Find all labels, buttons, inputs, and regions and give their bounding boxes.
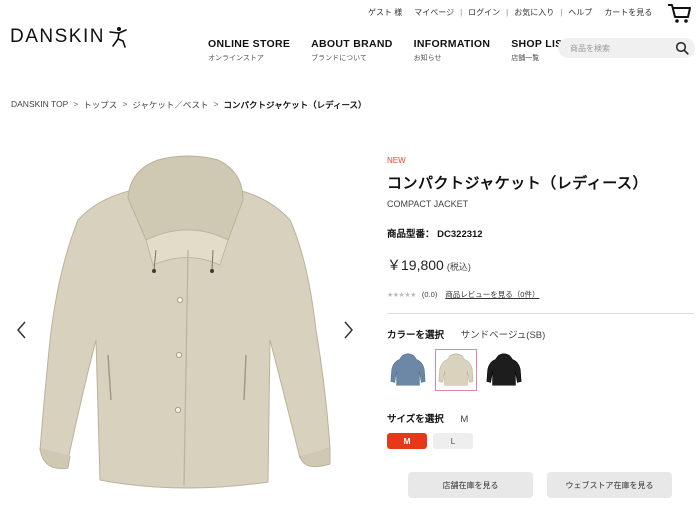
breadcrumb-separator: > — [122, 99, 128, 109]
rating-value: (0.0) — [421, 290, 438, 299]
color-selector-label: カラーを選択 サンドベージュ(SB) — [387, 327, 545, 341]
product-image — [39, 155, 331, 489]
mypage-link[interactable]: マイページ — [408, 7, 460, 18]
price: ￥19,800 (税込) — [387, 255, 471, 275]
size-options: M L — [387, 433, 479, 449]
model-number: 商品型番： DC322312 — [387, 226, 483, 240]
chevron-left-icon[interactable] — [14, 318, 30, 342]
global-nav: ONLINE STORE オンラインストア ABOUT BRAND ブランドにつ… — [208, 38, 590, 63]
stock-actions: 店舗在庫を見る ウェブストア在庫を見る — [408, 472, 686, 498]
nav-sublabel: オンラインストア — [208, 55, 264, 62]
login-link[interactable]: ログイン — [462, 7, 506, 18]
size-button-l[interactable]: L — [433, 433, 473, 449]
logo-text: DANSKIN — [10, 26, 105, 47]
product-title: コンパクトジャケット（レディース） — [387, 175, 648, 192]
store-stock-button[interactable]: 店舗在庫を見る — [408, 472, 533, 498]
price-value: ￥19,800 — [387, 257, 444, 273]
breadcrumb-separator: > — [73, 99, 79, 109]
selected-size: M — [460, 414, 469, 425]
nav-sublabel: ブランドについて — [311, 55, 367, 62]
dancer-logo-icon — [109, 27, 127, 48]
size-button-m[interactable]: M — [387, 433, 427, 449]
utility-nav: ゲスト 様 マイページ | ログイン | お気に入り | ヘルプ カートを見る — [362, 7, 658, 18]
chevron-right-icon[interactable] — [340, 318, 356, 342]
search-box — [558, 38, 695, 59]
model-label: 商品型番： — [387, 229, 435, 240]
search-input[interactable] — [558, 38, 668, 59]
view-cart-link[interactable]: カートを見る — [598, 7, 658, 18]
selected-color: サンドベージュ(SB) — [460, 330, 546, 341]
tax-note: (税込) — [446, 262, 471, 272]
size-selector-label: サイズを選択 M — [387, 411, 468, 425]
breadcrumb: DANSKIN TOP > トップス > ジャケット／ベスト > コンパクトジャ… — [11, 99, 372, 111]
rating-stars: ★★★★★ — [387, 291, 416, 299]
breadcrumb-item[interactable]: DANSKIN TOP — [11, 99, 68, 111]
nav-sublabel: お知らせ — [413, 55, 442, 62]
jacket-thumbnail-icon — [390, 353, 426, 386]
color-swatch-blue[interactable] — [387, 349, 429, 391]
product-title-en: COMPACT JACKET — [387, 199, 469, 209]
breadcrumb-item[interactable]: ジャケット／ベスト — [132, 99, 208, 111]
divider — [387, 313, 694, 314]
favorites-link[interactable]: お気に入り — [508, 7, 560, 18]
jacket-thumbnail-icon — [438, 353, 474, 386]
color-swatch-black[interactable] — [483, 349, 525, 391]
nav-label: INFORMATION — [413, 38, 491, 50]
cart-icon[interactable] — [666, 2, 692, 24]
web-stock-button[interactable]: ウェブストア在庫を見る — [547, 472, 672, 498]
nav-information[interactable]: INFORMATION お知らせ — [414, 38, 491, 63]
nav-online-store[interactable]: ONLINE STORE オンラインストア — [208, 38, 290, 63]
size-label: サイズを選択 — [387, 414, 444, 425]
color-label: カラーを選択 — [387, 330, 445, 341]
search-icon[interactable] — [675, 41, 689, 55]
breadcrumb-item[interactable]: トップス — [83, 99, 117, 111]
model-value: DC322312 — [437, 229, 483, 240]
guest-greeting: ゲスト 様 — [368, 8, 403, 17]
review-summary: ★★★★★ (0.0) 商品レビューを見る（0件） — [387, 289, 539, 300]
nav-label: ABOUT BRAND — [311, 38, 393, 50]
color-swatches — [387, 349, 531, 391]
nav-about-brand[interactable]: ABOUT BRAND ブランドについて — [311, 38, 392, 63]
color-swatch-sand-beige[interactable] — [435, 349, 477, 391]
danskin-logo[interactable]: DANSKIN — [10, 26, 128, 48]
breadcrumb-current: コンパクトジャケット（レディース） — [223, 100, 367, 110]
product-gallery — [38, 150, 333, 505]
new-badge: NEW — [387, 156, 406, 165]
nav-label: ONLINE STORE — [208, 38, 291, 50]
review-link[interactable]: 商品レビューを見る（0件） — [445, 289, 539, 300]
help-link[interactable]: ヘルプ — [562, 7, 598, 18]
breadcrumb-separator: > — [213, 99, 219, 109]
jacket-thumbnail-icon — [486, 353, 522, 386]
